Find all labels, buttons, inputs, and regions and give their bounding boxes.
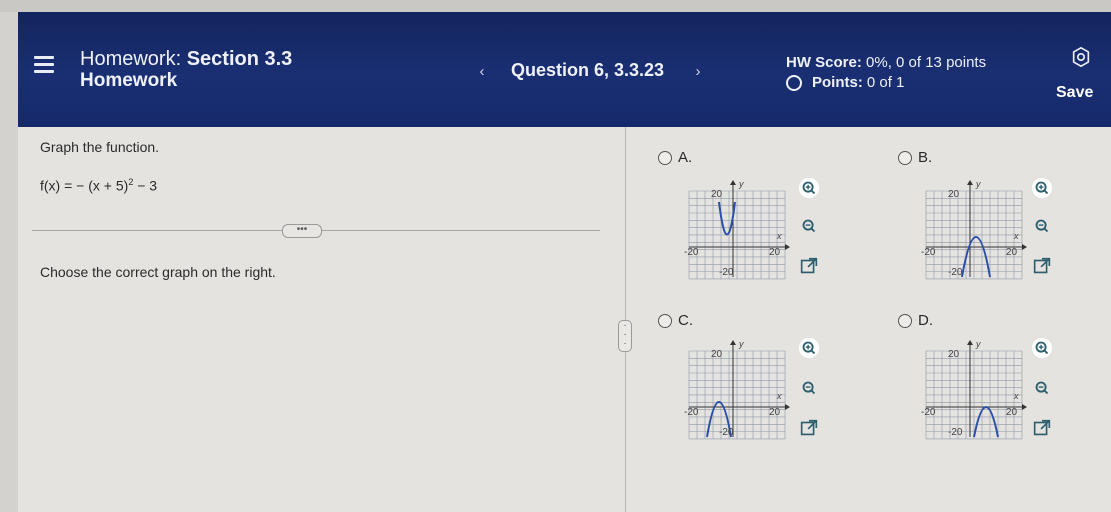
option-d-label: D. [918,312,933,329]
gear-icon[interactable] [1070,46,1092,68]
option-b-y-arrow [967,180,973,185]
hw-score-label: HW Score: [786,54,867,71]
option-b-radio[interactable] [898,150,912,165]
zoom-in-icon[interactable] [1031,177,1053,199]
points-label: Points: [812,74,863,91]
option-a-axis-bottom: -20 [719,267,734,278]
option-a[interactable]: A. [658,149,692,166]
option-b-x-label: x [1013,231,1019,241]
option-a-graph: 20 -20 -20 20 x y [684,179,790,280]
homework-title: Homework: Section 3.3 [80,48,292,71]
option-a-grid [688,190,786,280]
option-b-axis-top: 20 [948,189,960,200]
option-c-y-label: y [738,339,744,349]
instruction-text: Choose the correct graph on the right. [40,264,276,280]
option-d-curve [973,406,999,438]
expand-icon[interactable] [1031,255,1053,277]
formula-tail: − 3 [133,177,158,194]
expand-icon[interactable] [1031,417,1053,439]
zoom-in-icon[interactable] [798,177,820,199]
option-a-y-arrow [730,180,736,185]
option-d-axis-top: 20 [948,349,960,360]
option-d-axis-left: -20 [921,407,936,418]
points: Points: 0 of 1 [786,74,904,91]
zoom-in-icon[interactable] [798,337,820,359]
chevron-left-icon[interactable]: ‹ [470,60,494,84]
zoom-out-icon[interactable] [1031,215,1053,237]
option-b-y-label: y [975,179,981,189]
option-d-axis-right: 20 [1006,407,1018,418]
option-b-axis-left: -20 [921,247,936,258]
option-b-x-arrow [1022,244,1027,250]
option-c-axis-right: 20 [769,407,781,418]
homework-subtitle: Homework [80,70,178,91]
points-value: 0 of 1 [866,74,905,91]
option-d[interactable]: D. [898,312,933,329]
question-label: Question 6, 3.3.23 [511,60,665,80]
function-formula: f(x) = − (x + 5)2 − 3 [40,177,157,194]
option-b[interactable]: B. [898,149,932,166]
points-circle-icon [786,74,802,91]
option-d-axis-bottom: -20 [948,427,963,438]
left-edge [0,12,18,512]
option-c-x-arrow [785,404,790,410]
option-c-y-arrow [730,340,736,345]
content-area: Graph the function. f(x) = − (x + 5)2 − … [18,127,1111,512]
splitter-handle[interactable]: · · · [618,320,632,352]
prompt-text: Graph the function. [40,139,160,155]
more-button[interactable]: ••• [282,224,322,238]
option-c-radio[interactable] [658,313,672,328]
option-a-label: A. [678,149,693,166]
option-d-graph: 20 -20 -20 20 x y [921,339,1027,440]
option-c-axis-bottom: -20 [719,427,734,438]
header-bar: Homework: Section 3.3 Homework ‹ Questio… [18,12,1111,127]
option-c-label: C. [678,312,693,329]
top-strip [0,0,1111,12]
option-b-grid [925,190,1023,280]
hw-score-value: 0%, 0 of 13 points [866,54,987,71]
option-c-axis-top: 20 [711,349,723,360]
option-b-graph: 20 -20 -20 20 x y [921,179,1027,280]
title-prefix: Homework: [80,48,187,70]
formula-main: f(x) = − (x + 5) [40,177,129,194]
zoom-out-icon[interactable] [1031,377,1053,399]
option-d-x-label: x [1013,391,1019,401]
save-button[interactable]: Save [1050,80,1099,106]
option-a-radio[interactable] [658,150,672,165]
option-b-label: B. [918,149,933,166]
option-a-axis-left: -20 [684,247,699,258]
zoom-in-icon[interactable] [1031,337,1053,359]
menu-icon[interactable] [34,56,54,73]
option-a-axis-right: 20 [769,247,781,258]
option-c-axis-left: -20 [684,407,699,418]
expand-icon[interactable] [798,255,820,277]
option-b-axis-bottom: -20 [948,267,963,278]
option-d-radio[interactable] [898,313,912,328]
option-d-y-label: y [975,339,981,349]
option-c-grid [688,350,786,440]
option-d-x-arrow [1022,404,1027,410]
zoom-out-icon[interactable] [798,215,820,237]
option-a-x-arrow [785,244,790,250]
option-c-x-label: x [776,391,782,401]
option-a-x-label: x [776,231,782,241]
zoom-out-icon[interactable] [798,377,820,399]
option-c[interactable]: C. [658,312,693,329]
expand-icon[interactable] [798,417,820,439]
chevron-right-icon[interactable]: › [686,60,710,84]
option-c-graph: 20 -20 -20 20 x y [684,339,790,440]
option-a-y-label: y [738,179,744,189]
option-d-grid [925,350,1023,440]
option-a-axis-top: 20 [711,189,723,200]
hw-score: HW Score: 0%, 0 of 13 points [786,54,986,71]
title-section: Section 3.3 [186,48,293,70]
option-d-y-arrow [967,340,973,345]
option-b-axis-right: 20 [1006,247,1018,258]
